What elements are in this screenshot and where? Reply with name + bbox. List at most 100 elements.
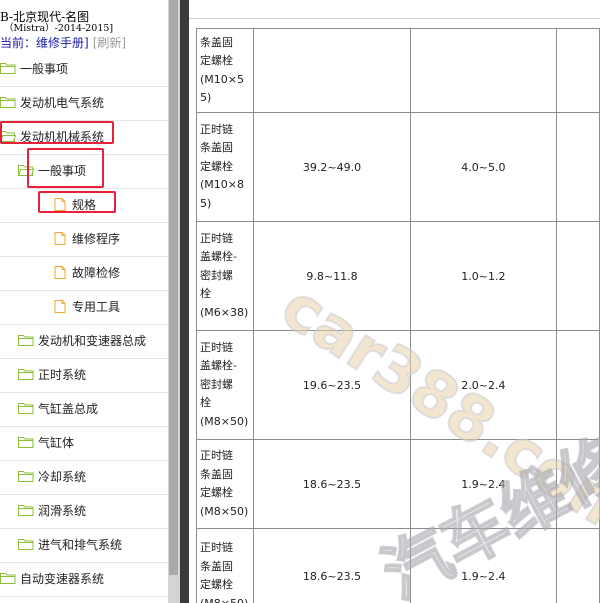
cell-item-line: (M8×50) <box>200 414 249 428</box>
tree-item-label: 正时系统 <box>38 368 87 382</box>
tree-panel: B-北京现代-名图 （Mistra）-2014-2015] 当前：维修手册] [刷… <box>0 0 168 603</box>
tree-row: 专用工具 <box>0 290 168 325</box>
cell-item-line: 5) <box>200 196 212 210</box>
tree-row: 发动机电气系统 <box>0 86 168 121</box>
document-icon <box>54 300 66 313</box>
tree-item-cooling-system[interactable]: 冷却系统 <box>18 468 86 485</box>
folder-icon <box>18 471 34 482</box>
folder-icon <box>18 505 34 516</box>
tree-item-engine-electrical[interactable]: 发动机电气系统 <box>0 94 104 111</box>
document-icon <box>54 232 66 245</box>
document-icon <box>54 266 66 279</box>
cell-extra <box>555 221 600 331</box>
tree-item-troubleshooting[interactable]: 故障检修 <box>52 264 120 281</box>
cell-item-line: 定螺栓 <box>200 578 233 591</box>
cell-extra <box>555 28 600 113</box>
folder-icon <box>18 369 34 380</box>
highlight-specifications <box>38 191 116 213</box>
tree-item-general-items[interactable]: 一般事项 <box>0 60 68 77</box>
cell-item-line: 栓 <box>200 396 211 410</box>
folder-icon <box>18 403 34 414</box>
current-manual: 当前：维修手册] [刷新] <box>0 36 126 50</box>
cell-item: 条盖固 定螺栓 (M10×5 5) <box>196 28 254 113</box>
cell-item-line: 条盖固 <box>200 467 233 481</box>
tree-item-cylinder-block[interactable]: 气缸体 <box>18 434 74 451</box>
tree-row: 自动变速器系统 <box>0 562 168 597</box>
cell-torque-nm: 19.6~23.5 <box>252 330 412 440</box>
top-rule <box>189 18 600 19</box>
tree-item-repair-procedure[interactable]: 维修程序 <box>52 230 120 247</box>
current-label: 当前：维修手册] <box>0 36 89 50</box>
cell-item-line: 密封螺 <box>200 268 233 282</box>
cell-item-line: 正时链 <box>200 541 233 554</box>
tree-item-label: 专用工具 <box>72 300 121 314</box>
cell-item: 正时链条盖固定螺栓 (M8×50) <box>196 528 254 603</box>
cell-torque-kgfm <box>410 28 557 113</box>
cell-torque-kgfm: 1.9~2.4 <box>410 528 557 603</box>
cell-item-line: 正时链 <box>200 340 233 354</box>
frame-divider[interactable] <box>180 0 189 603</box>
tree-row: 正时系统 <box>0 358 168 393</box>
cell-item: 正时链 盖螺栓- 密封螺栓 (M8×50) <box>196 330 254 440</box>
cell-item-line: 正时链 <box>200 122 233 136</box>
table-row: 正时链 条盖固 定螺栓 (M8×50) 18.6~23.5 1.9~2.4 <box>196 528 600 603</box>
tree-item-label: 润滑系统 <box>38 504 87 518</box>
cell-item-line: 条盖固 <box>200 141 233 155</box>
cell-item: 正时链条盖固定螺栓 (M8×50) <box>196 439 254 529</box>
torque-spec-table: 条盖固 定螺栓 (M10×5 5) 正时链 条盖固 定螺栓 (M10×8 5) 39.2~49.0… <box>196 28 600 603</box>
cell-item-line: 盖螺栓- <box>200 250 237 264</box>
table-row: 正时链条盖固定螺栓 (M8×50) 18.6~23.5 1.9~2.4 <box>196 439 600 529</box>
tree-item-label: 气缸盖总成 <box>38 402 99 416</box>
cell-item-line: 条盖固 <box>200 559 233 573</box>
tree-row: 进气和排气系统 <box>0 528 168 563</box>
cell-torque-nm <box>252 28 412 113</box>
tree-item-label: 气缸体 <box>38 436 75 450</box>
table-row: 正时链 条盖固 定螺栓 (M10×8 5) 39.2~49.0 4.0~5.0 <box>196 112 600 222</box>
cell-torque-kgfm: 1.9~2.4 <box>410 439 557 529</box>
content-panel: 条盖固 定螺栓 (M10×5 5) 正时链 条盖固 定螺栓 (M10×8 5) 39.2~49.0… <box>189 0 600 603</box>
tree-item-cylinder-head-assembly[interactable]: 气缸盖总成 <box>18 400 98 417</box>
tree-item-label: 故障检修 <box>72 266 121 280</box>
cell-item-line: 盖螺栓- <box>200 359 237 373</box>
cell-torque-kgfm: 4.0~5.0 <box>410 112 557 222</box>
cell-item-line: (M10×8 <box>200 178 244 192</box>
cell-item: 正时链盖螺栓- 密封螺栓 (M6×38) <box>196 221 254 331</box>
highlight-engine-mechanical <box>0 121 114 144</box>
tree-item-label: 发动机和变速器总成 <box>38 334 147 348</box>
cell-item-line: 栓 <box>200 287 211 301</box>
tree-item-label: 维修程序 <box>72 232 121 246</box>
tree-item-engine-transmission-assembly[interactable]: 发动机和变速器总成 <box>18 332 146 349</box>
refresh-link[interactable]: [刷新] <box>93 36 126 50</box>
cell-item-line: 定螺栓 <box>200 486 233 499</box>
folder-icon <box>0 573 16 584</box>
tree-item-timing-system[interactable]: 正时系统 <box>18 366 86 383</box>
tree-row: 维修程序 <box>0 222 168 257</box>
cell-item: 正时链 条盖固 定螺栓 (M10×8 5) <box>196 112 254 222</box>
table-row: 条盖固 定螺栓 (M10×5 5) <box>196 28 600 113</box>
tree-row: 发动机和变速器总成 <box>0 324 168 359</box>
tree-item-lubrication-system[interactable]: 润滑系统 <box>18 502 86 519</box>
cell-torque-nm: 18.6~23.5 <box>252 439 412 529</box>
folder-icon <box>0 63 16 74</box>
tree-title: B-北京现代-名图 <box>0 10 90 24</box>
tree-row: 冷却系统 <box>0 460 168 495</box>
tree-scrollbar-thumb[interactable] <box>169 0 178 575</box>
cell-item-line: 正时链 <box>200 449 233 462</box>
cell-item-line: 条盖固 <box>200 35 233 49</box>
tree-item-label: 一般事项 <box>20 62 69 76</box>
cell-item-line: (M6×38) <box>200 305 249 319</box>
tree-item-label: 自动变速器系统 <box>20 572 105 586</box>
tree-item-special-tools[interactable]: 专用工具 <box>52 298 120 315</box>
tree-item-label: 发动机电气系统 <box>20 96 105 110</box>
tree-row: 一般事项 <box>0 52 168 87</box>
cell-item-line: (M8×50) <box>200 504 249 518</box>
tree-item-intake-exhaust-system[interactable]: 进气和排气系统 <box>18 536 122 553</box>
cell-torque-kgfm: 1.0~1.2 <box>410 221 557 331</box>
tree-item-automatic-transmission[interactable]: 自动变速器系统 <box>0 570 104 587</box>
tree-row: 故障检修 <box>0 256 168 291</box>
cell-item-line: 正时链 <box>200 231 233 245</box>
cell-extra <box>555 330 600 440</box>
cell-item-line: (M8×50) <box>200 596 249 603</box>
tree-row: 气缸体 <box>0 426 168 461</box>
tree-row: 气缸盖总成 <box>0 392 168 427</box>
